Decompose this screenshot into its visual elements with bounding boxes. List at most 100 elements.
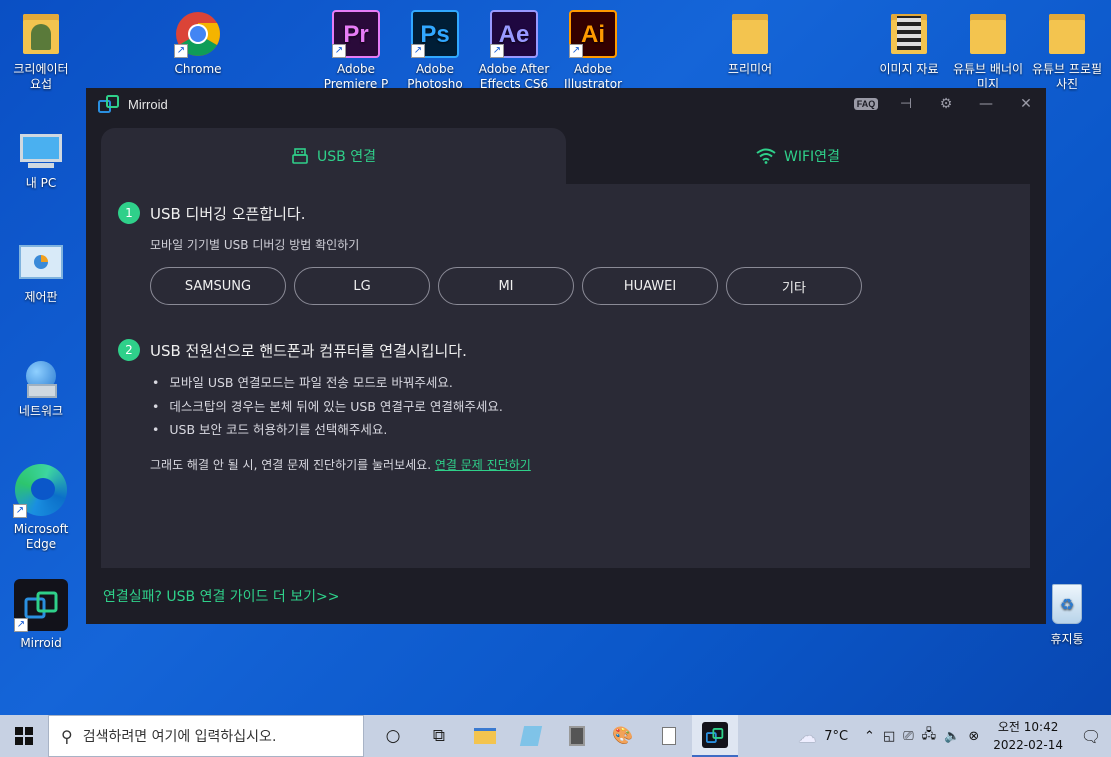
start-button[interactable] — [0, 715, 48, 757]
image-folder-icon — [885, 10, 933, 58]
premiere-icon: Pr ↗ — [332, 10, 380, 58]
pin-icon[interactable]: ⊣ — [886, 88, 926, 120]
desktop-icon-edge[interactable]: ↗ Microsoft Edge — [1, 462, 81, 552]
meet-now-icon[interactable]: ⎚ — [899, 729, 917, 744]
folder-icon — [726, 10, 774, 58]
paint-icon[interactable]: 🎨 — [600, 715, 646, 757]
diagnose-link[interactable]: 연결 문제 진단하기 — [435, 458, 531, 472]
step-number-badge: 2 — [118, 339, 140, 361]
desktop-icon-banner-folder[interactable]: 유튜브 배너이미지 — [948, 10, 1028, 92]
desktop-icon-label: 이미지 자료 — [879, 62, 939, 76]
file-explorer-icon[interactable] — [462, 715, 508, 757]
desktop-icon-premiere-folder[interactable]: 프리미어 — [710, 10, 790, 77]
chrome-icon: ↗ — [174, 10, 222, 58]
after-effects-icon: Ae ↗ — [490, 10, 538, 58]
help-text: 그래도 해결 안 될 시, 연결 문제 진단하기를 눌러보세요. 연결 문제 진… — [150, 456, 1013, 473]
desktop-icon-my-pc[interactable]: 내 PC — [1, 124, 81, 191]
window-titlebar[interactable]: Mirroid FAQ ⊣ ⚙ — ✕ — [86, 88, 1046, 120]
tab-usb[interactable]: USB 연결 — [101, 128, 566, 184]
network-tray-icon[interactable]: 🖧 — [918, 725, 941, 747]
samsung-button[interactable]: SAMSUNG — [150, 267, 286, 305]
network-icon — [17, 352, 65, 400]
step-1: 1 USB 디버깅 오픈합니다. — [118, 202, 1013, 224]
tab-wifi-label: WIFI연결 — [784, 149, 840, 165]
desktop-icon-label: 크리에이터 요섭 — [13, 62, 69, 91]
help-text-label: 그래도 해결 안 될 시, 연결 문제 진단하기를 눌러보세요. — [150, 457, 432, 472]
desktop-icon-mirroid[interactable]: ↗ Mirroid — [1, 578, 81, 651]
cortana-icon[interactable]: ○ — [370, 715, 416, 757]
desktop-icon-network[interactable]: 네트워크 — [1, 352, 81, 419]
weather-cloud-icon[interactable]: ☁ — [794, 726, 820, 747]
desktop-icon-label: 네트워크 — [18, 404, 64, 418]
recycle-bin-icon: ♻ — [1043, 580, 1091, 628]
faq-button[interactable]: FAQ — [846, 88, 886, 120]
folder-icon — [964, 10, 1012, 58]
minimize-icon[interactable]: — — [966, 88, 1006, 120]
mirroid-tray-icon[interactable]: ◱ — [879, 729, 899, 744]
folder-icon — [1043, 10, 1091, 58]
other-brand-button[interactable]: 기타 — [726, 267, 862, 305]
desktop-icon-profile-folder[interactable]: 유튜브 프로필사진 — [1027, 10, 1107, 92]
step-2-title: USB 전원선으로 핸드폰과 컴퓨터를 연결시킵니다. — [150, 341, 467, 360]
settings-gear-icon[interactable]: ⚙ — [926, 88, 966, 120]
desktop-icon-user[interactable]: 크리에이터 요섭 — [1, 10, 81, 92]
mirroid-logo-icon — [98, 95, 119, 113]
step-2-bullets: 모바일 USB 연결모드는 파일 전송 모드로 바꿔주세요. 데스크탑의 경우는… — [150, 371, 1013, 442]
desktop-icon-control-panel[interactable]: 제어판 — [1, 238, 81, 305]
desktop-icon-after-effects[interactable]: Ae ↗ Adobe After Effects CS6 — [474, 10, 554, 92]
notification-icon[interactable]: 🗨 — [1071, 727, 1111, 746]
list-item: USB 보안 코드 허용하기를 선택해주세요. — [150, 418, 1013, 442]
faq-label: FAQ — [853, 98, 879, 110]
mirroid-icon: ↗ — [14, 578, 68, 632]
connection-tabs: USB 연결 WIFI연결 — [101, 128, 1030, 184]
tab-wifi[interactable]: WIFI연결 — [566, 128, 1030, 184]
control-panel-icon — [17, 238, 65, 286]
notepad-icon[interactable] — [508, 715, 554, 757]
system-tray: ☁ 7°C ⌃ ◱ ⎚ 🖧 🔈 ⊗ 오전 10:42 2022-02-14 🗨 — [794, 715, 1111, 757]
huawei-button[interactable]: HUAWEI — [582, 267, 718, 305]
photoshop-icon: Ps ↗ — [411, 10, 459, 58]
desktop-icon-label: 내 PC — [25, 176, 57, 190]
mute-badge-icon[interactable]: ⊗ — [964, 729, 983, 744]
mirroid-taskbar-icon[interactable] — [692, 715, 738, 757]
wifi-icon — [756, 148, 776, 164]
list-item: 데스크탑의 경우는 본체 뒤에 있는 USB 연결구로 연결해주세요. — [150, 395, 1013, 419]
desktop-icon-illustrator[interactable]: Ai ↗ Adobe Illustrator — [553, 10, 633, 92]
step-1-title: USB 디버깅 오픈합니다. — [150, 204, 306, 223]
mirroid-window: Mirroid FAQ ⊣ ⚙ — ✕ USB 연결 WIFI연결 1 USB … — [86, 88, 1046, 624]
task-view-icon[interactable]: ⧉ — [416, 715, 462, 757]
desktop-icon-label: Mirroid — [20, 636, 62, 650]
step-number-badge: 1 — [118, 202, 140, 224]
lg-button[interactable]: LG — [294, 267, 430, 305]
mi-button[interactable]: MI — [438, 267, 574, 305]
clock-date: 2022-02-14 — [993, 738, 1063, 752]
desktop-icon-label: 휴지통 — [1050, 632, 1084, 646]
usb-guide-link[interactable]: 연결실패? USB 연결 가이드 더 보기>> — [103, 586, 339, 606]
brand-button-row: SAMSUNG LG MI HUAWEI 기타 — [150, 267, 1013, 305]
illustrator-icon: Ai ↗ — [569, 10, 617, 58]
desktop-icon-photoshop[interactable]: Ps ↗ Adobe Photosho — [395, 10, 475, 92]
desktop-icon-label: 프리미어 — [727, 62, 773, 76]
desktop-icon-image-folder[interactable]: 이미지 자료 — [869, 10, 949, 77]
desktop-icon-label: Chrome — [174, 62, 222, 76]
window-title: Mirroid — [128, 96, 168, 112]
document-icon[interactable] — [646, 715, 692, 757]
weather-temp[interactable]: 7°C — [820, 729, 852, 744]
step-2: 2 USB 전원선으로 핸드폰과 컴퓨터를 연결시킵니다. — [118, 339, 1013, 361]
usb-icon — [292, 148, 308, 164]
taskbar-search-input[interactable]: ⚲ 검색하려면 여기에 입력하십시오. — [48, 715, 364, 757]
chevron-up-icon[interactable]: ⌃ — [860, 729, 879, 744]
volume-icon[interactable]: 🔈 — [940, 729, 964, 744]
user-folder-icon — [17, 10, 65, 58]
clock[interactable]: 오전 10:42 2022-02-14 — [983, 718, 1071, 754]
windows-logo-icon — [15, 727, 33, 745]
desktop-icon-label: 제어판 — [24, 290, 58, 304]
search-icon: ⚲ — [61, 726, 73, 746]
search-placeholder: 검색하려면 여기에 입력하십시오. — [82, 729, 277, 745]
desktop-icon-chrome[interactable]: ↗ Chrome — [158, 10, 238, 77]
tab-usb-label: USB 연결 — [317, 149, 376, 165]
desktop-icon-premiere[interactable]: Pr ↗ Adobe Premiere P — [316, 10, 396, 92]
usb-instructions-panel: 1 USB 디버깅 오픈합니다. 모바일 기기별 USB 디버깅 방법 확인하기… — [101, 184, 1030, 568]
calculator-icon[interactable] — [554, 715, 600, 757]
close-icon[interactable]: ✕ — [1006, 88, 1046, 120]
